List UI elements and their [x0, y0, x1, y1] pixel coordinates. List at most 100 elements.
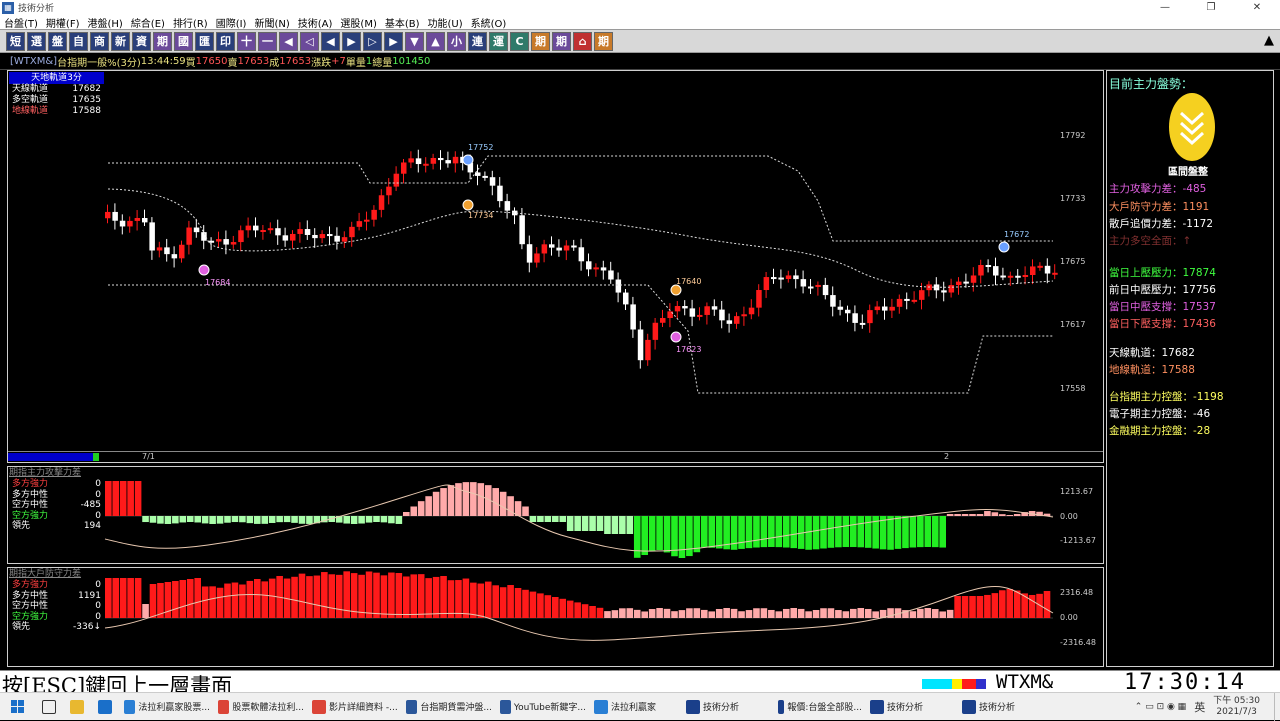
quote-time: 13:44:59 [140, 56, 186, 67]
toolbar-button[interactable]: 國 [174, 31, 193, 51]
menu-item-function[interactable]: 功能(U) [428, 15, 463, 30]
toolbar-button[interactable]: 十 [237, 31, 256, 51]
main-legend-title[interactable]: 天地軌道3分 [9, 72, 104, 84]
toolbar-button[interactable]: 匯 [195, 31, 214, 51]
histogram-bar [1028, 594, 1036, 618]
menu-item-screener[interactable]: 選股(M) [340, 15, 376, 30]
histogram-bar [678, 516, 686, 558]
candle-body [852, 313, 858, 323]
defense-diff-panel[interactable]: 期指大戶防守力差 多方強力 0 多方中性 1191 空方中性 0 空方強力 0 領先 -3… [7, 567, 1104, 667]
histogram-bar [231, 582, 239, 618]
candle-body [171, 254, 178, 259]
taskbar-app[interactable]: 技術分析 [958, 693, 1050, 721]
toolbar-button[interactable]: ⌂ [573, 31, 592, 51]
toolbar-button[interactable]: 自 [69, 31, 88, 51]
taskbar-app[interactable]: 法拉利贏家股票... [120, 693, 214, 721]
attack-diff-chart [104, 481, 1054, 558]
histogram-bar [335, 574, 343, 618]
taskbar-app[interactable]: 報價:台盤全部股... [774, 693, 866, 721]
toolbar-button[interactable]: 期 [594, 31, 613, 51]
taskbar-app[interactable]: 影片詳細資料 -... [308, 693, 402, 721]
toolbar-button[interactable]: ▶ [384, 31, 403, 51]
candle-body [785, 275, 792, 280]
toolbar-button[interactable]: 短 [6, 31, 25, 51]
main-chart-panel[interactable]: 天地軌道3分 天線軌道 17682 多空軌道 17635 地線軌道 17588 177… [7, 70, 1104, 463]
tray-icons[interactable]: ⌃ ▭ ⊡ ◉ ▦ [1135, 702, 1186, 712]
histogram-bar [149, 516, 157, 523]
taskbar-app-label: 報價:台盤全部股... [787, 703, 862, 713]
histogram-bar [596, 516, 604, 531]
deal-label: 成 [269, 58, 280, 69]
attack-diff-panel[interactable]: 期指主力攻擊力差 多方強力 0 多方中性 0 空方中性 -485 空方強力 0 領先 19… [7, 466, 1104, 564]
toolbar-button[interactable]: 期 [552, 31, 571, 51]
legend-label: 天線軌道 [12, 84, 49, 94]
toolbar-button[interactable]: 盤 [48, 31, 67, 51]
toolbar-button[interactable]: 新 [111, 31, 130, 51]
legend-value: 194 [83, 521, 101, 531]
menu-item-composite[interactable]: 綜合(E) [131, 15, 165, 30]
lower-track-line [108, 284, 1053, 394]
scroll-thumb[interactable] [93, 453, 99, 461]
toolbar-button[interactable]: 商 [90, 31, 109, 51]
histogram-bar [656, 516, 663, 551]
toolbar-button[interactable]: ◀ [279, 31, 298, 51]
histogram-bar [678, 610, 686, 618]
menu-item-news[interactable]: 新聞(N) [254, 15, 289, 30]
toolbar-button[interactable]: 資 [132, 31, 151, 51]
start-button[interactable] [0, 693, 36, 721]
histogram-bar [1036, 593, 1043, 618]
candle-body [600, 267, 607, 271]
toolbar-button[interactable]: 運 [489, 31, 508, 51]
candle-body [593, 267, 599, 270]
menu-item-basic[interactable]: 基本(B) [385, 15, 420, 30]
toolbar-button[interactable]: 期 [153, 31, 172, 51]
tray-clock[interactable]: 下午 05:30 2021/7/3 [1213, 696, 1260, 718]
candle-body [526, 244, 533, 263]
toolbar-button[interactable]: ▷ [363, 31, 382, 51]
menu-item-futures[interactable]: 期權(F) [46, 15, 80, 30]
toolbar-button[interactable]: ◀ [321, 31, 340, 51]
scroll-track[interactable] [8, 453, 93, 461]
toolbar-button[interactable]: ◁ [300, 31, 319, 51]
taskbar-app[interactable]: 技術分析 [866, 693, 958, 721]
toolbar-button[interactable]: 期 [531, 31, 550, 51]
status-symbol: WTXM& [996, 671, 1054, 692]
y-tick: -2316.48 [1060, 638, 1096, 647]
menu-item-ranking[interactable]: 排行(R) [173, 15, 208, 30]
taskview-button[interactable] [36, 693, 64, 721]
menu-item-tw[interactable]: 台盤(T) [4, 15, 38, 30]
maximize-button[interactable]: ❐ [1188, 0, 1234, 15]
histogram-bar [119, 481, 127, 516]
taskbar-app[interactable]: 技術分析 [682, 693, 774, 721]
histogram-bar [403, 576, 410, 618]
candle-body [327, 234, 333, 237]
explorer-button[interactable] [64, 693, 92, 721]
candle-body [556, 247, 562, 251]
menu-item-system[interactable]: 系統(O) [471, 15, 507, 30]
taskbar-app[interactable]: 法拉利贏家 [590, 693, 682, 721]
menu-item-hk[interactable]: 港盤(H) [87, 15, 122, 30]
toolbar-button[interactable]: 選 [27, 31, 46, 51]
close-button[interactable]: ✕ [1234, 0, 1280, 15]
input-language[interactable]: 英 [1194, 699, 1205, 715]
toolbar-button[interactable]: C [510, 31, 529, 51]
toolbar-button[interactable]: 一 [258, 31, 277, 51]
toolbar-button[interactable]: ▶ [342, 31, 361, 51]
taskbar-app[interactable]: 台指期貨需沖盤... [402, 693, 496, 721]
toolbar-collapse-button[interactable]: ▲ [1264, 33, 1274, 48]
toolbar-button[interactable]: 印 [216, 31, 235, 51]
taskbar-app[interactable]: 股票軟體法拉利... [214, 693, 308, 721]
toolbar: 短選盤自商新資期國匯印十一 ◀ ◁ ◀ ▶ ▷ ▶ ▼ ▲ 小連運 C 期期 ⌂ 期 ▲ [0, 29, 1280, 53]
toolbar-button[interactable]: 小 [447, 31, 466, 51]
histogram-bar [291, 516, 298, 523]
legend-value: 0 [95, 601, 101, 611]
show-desktop-button[interactable] [1274, 693, 1280, 721]
toolbar-button[interactable]: ▲ [426, 31, 445, 51]
taskbar-app[interactable]: YouTube新鍵字... [496, 693, 590, 721]
mail-button[interactable] [92, 693, 120, 721]
minimize-button[interactable]: — [1142, 0, 1188, 15]
toolbar-button[interactable]: ▼ [405, 31, 424, 51]
toolbar-button[interactable]: 連 [468, 31, 487, 51]
menu-item-tech[interactable]: 技術(A) [298, 15, 333, 30]
menu-item-intl[interactable]: 國際(I) [216, 15, 247, 30]
